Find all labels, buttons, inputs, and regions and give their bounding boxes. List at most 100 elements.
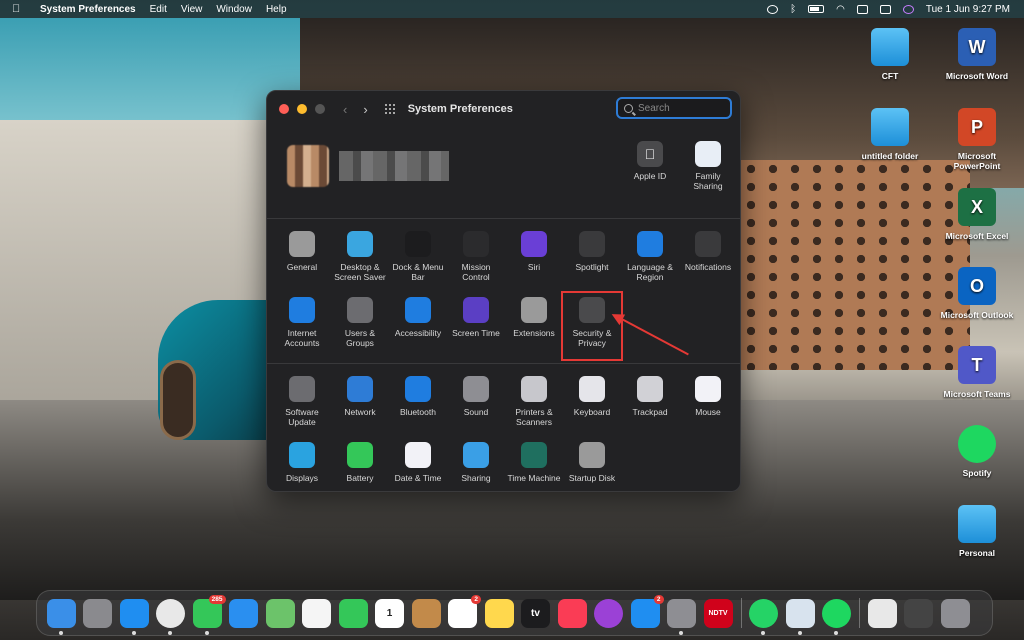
pane-mission-control[interactable]: Mission Control (447, 227, 505, 293)
launchpad-icon[interactable] (83, 598, 112, 628)
pane-battery[interactable]: Battery (331, 438, 389, 491)
desktop-item-cft[interactable]: CFT (850, 28, 930, 81)
apple-menu-icon[interactable]:  (12, 3, 30, 15)
pane-dock-and-menu-bar[interactable]: Dock & Menu Bar (389, 227, 447, 293)
pane-notifications[interactable]: Notifications (679, 227, 737, 293)
contacts-icon[interactable] (411, 598, 441, 628)
preview-icon[interactable] (785, 598, 815, 635)
pane-spotlight[interactable]: Spotlight (563, 227, 621, 293)
pane-extensions[interactable]: Extensions (505, 293, 563, 359)
menu-view[interactable]: View (181, 4, 203, 15)
pane-label: Software Update (285, 407, 319, 427)
pane-row: Internet Accounts Users & Groups Accessibi… (273, 291, 740, 361)
display-status-icon[interactable] (879, 4, 891, 14)
calendar-icon[interactable]: 1 (375, 598, 404, 628)
system-preferences-icon[interactable] (667, 598, 696, 635)
pane-mouse[interactable]: Mouse (679, 372, 737, 438)
desktop-item-personal[interactable]: Personal (937, 505, 1017, 558)
maps-icon[interactable] (265, 598, 295, 628)
pane-label: General (286, 262, 318, 272)
pane-trackpad[interactable]: Trackpad (621, 372, 679, 438)
bell-icon (695, 231, 721, 257)
pane-siri[interactable]: Siri (505, 227, 563, 293)
desktop-item-untitled-folder[interactable]: untitled folder (850, 108, 930, 161)
pane-keyboard[interactable]: Keyboard (563, 372, 621, 438)
pane-time-machine[interactable]: Time Machine (505, 438, 563, 491)
podcasts-icon[interactable] (594, 598, 623, 628)
photos-icon[interactable] (302, 598, 331, 628)
desktop-item-microsoft-excel[interactable]: X Microsoft Excel (937, 188, 1017, 241)
hourglass-icon (463, 297, 489, 323)
wifi-status-icon[interactable]: ◠ (836, 4, 845, 15)
avatar[interactable] (287, 145, 329, 187)
desktop-item-microsoft-powerpoint[interactable]: P Microsoft PowerPoint (937, 108, 1017, 171)
bluetooth-icon (405, 376, 431, 402)
document-2-icon[interactable] (904, 598, 933, 628)
pane-displays[interactable]: Displays (273, 438, 331, 491)
pane-users-and-groups[interactable]: Users & Groups (331, 293, 389, 359)
pane-security-and-privacy[interactable]: Security & Privacy (561, 291, 623, 361)
desktop-item-microsoft-outlook[interactable]: O Microsoft Outlook (937, 267, 1017, 320)
pane-label: Internet Accounts (284, 328, 320, 348)
facetime-icon[interactable] (338, 598, 368, 628)
pane-bluetooth[interactable]: Bluetooth (389, 372, 447, 438)
clock[interactable]: Tue 1 Jun 9:27 PM (926, 4, 1010, 15)
desktop-item-microsoft-word[interactable]: W Microsoft Word (937, 28, 1017, 81)
pane-screen-time[interactable]: Screen Time (447, 293, 505, 359)
reminders-icon[interactable]: 2 (448, 594, 481, 628)
appletv-icon[interactable]: tv (521, 598, 550, 628)
ndtv-icon[interactable]: NDTV (703, 598, 733, 628)
pane-family-sharing[interactable]: Family Sharing (681, 141, 735, 191)
show-all-grid-icon[interactable] (383, 103, 396, 115)
finder-icon[interactable] (46, 598, 76, 635)
close-button[interactable] (279, 104, 289, 114)
excel-icon: X (958, 188, 996, 226)
forward-arrow-icon[interactable]: › (363, 102, 367, 117)
pane-software-update[interactable]: Software Update (273, 372, 331, 438)
zoom-button[interactable] (315, 104, 325, 114)
whatsapp-icon[interactable] (749, 598, 778, 635)
document-1-icon[interactable] (867, 598, 897, 628)
safari-icon[interactable] (119, 598, 149, 635)
desktop-item-spotify[interactable]: Spotify (937, 425, 1017, 478)
mail-icon[interactable] (229, 598, 258, 628)
pane-label: Screen Time (452, 328, 500, 338)
pane-printers-and-scanners[interactable]: Printers & Scanners (505, 372, 563, 438)
control-center-icon[interactable] (856, 4, 868, 14)
minimize-button[interactable] (297, 104, 307, 114)
chrome-icon[interactable] (156, 598, 185, 635)
pane-internet-accounts[interactable]: Internet Accounts (273, 293, 331, 359)
pane-apple-id[interactable]:  Apple ID (623, 141, 677, 181)
menu-window[interactable]: Window (216, 4, 252, 15)
pane-date-and-time[interactable]: Date & Time (389, 438, 447, 491)
pane-row: Displays Battery Date & Time Sharing Time Ma… (273, 438, 740, 491)
pane-network[interactable]: Network (331, 372, 389, 438)
pane-label: Network (344, 407, 376, 417)
appstore-icon[interactable]: 2 (630, 594, 664, 628)
pane-startup-disk[interactable]: Startup Disk (563, 438, 621, 491)
system-preferences-window: ‹ › System Preferences Search  Apple ID… (266, 90, 741, 492)
pane-general[interactable]: General (273, 227, 331, 293)
battery-status-icon[interactable] (808, 5, 825, 13)
desktop-item-microsoft-teams[interactable]: T Microsoft Teams (937, 346, 1017, 399)
pane-language-and-region[interactable]: Language & Region (621, 227, 679, 293)
siri-status-icon[interactable] (902, 4, 914, 14)
keyboard-icon (579, 376, 605, 402)
pane-desktop-and-screen-saver[interactable]: Desktop & Screen Saver (331, 227, 389, 293)
notes-icon[interactable] (484, 598, 514, 628)
app-menu[interactable]: System Preferences (40, 4, 136, 15)
messages-icon[interactable]: 285 (192, 594, 226, 635)
search-field[interactable]: Search (616, 97, 732, 119)
back-arrow-icon[interactable]: ‹ (343, 102, 347, 117)
menu-help[interactable]: Help (266, 4, 287, 15)
music-icon[interactable] (557, 598, 587, 628)
bluetooth-status-icon[interactable]: ᛒ (790, 4, 796, 15)
record-icon[interactable] (767, 4, 779, 14)
trash-icon[interactable] (940, 598, 970, 628)
menu-edit[interactable]: Edit (150, 4, 167, 15)
pane-accessibility[interactable]: Accessibility (389, 293, 447, 359)
pane-sharing[interactable]: Sharing (447, 438, 505, 491)
spotify-icon[interactable] (822, 598, 851, 635)
siri-icon (521, 231, 547, 257)
pane-sound[interactable]: Sound (447, 372, 505, 438)
